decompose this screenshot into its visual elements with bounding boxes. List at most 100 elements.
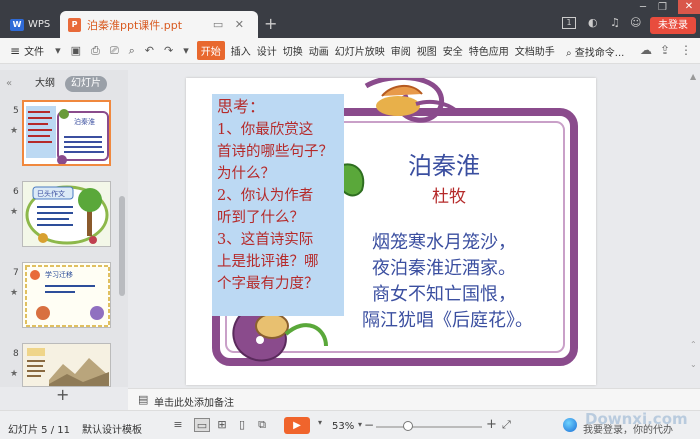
poem-title: 泊秦淮 <box>408 152 480 180</box>
tab-transition[interactable]: 切换 <box>283 43 303 58</box>
poem-line: 商女不知亡国恨， <box>372 284 516 305</box>
scroll-down-page-icon[interactable]: ⌄ <box>690 360 697 369</box>
export-pdf-icon[interactable]: ⎙ <box>91 44 100 58</box>
wps-logo-icon: W <box>10 18 24 31</box>
zoom-slider-handle[interactable] <box>402 421 413 431</box>
zoom-slider[interactable] <box>376 426 482 428</box>
thumbnail-preview: 泊秦淮 <box>24 102 109 164</box>
slide-thumbnail-6[interactable]: 巳头作文 <box>22 181 111 247</box>
notes-toggle-icon[interactable]: ≡ <box>170 418 186 432</box>
animation-star-icon: ★ <box>10 207 19 217</box>
thumbnail-number: 6 <box>13 187 19 197</box>
collapse-panel-icon[interactable]: « <box>6 78 12 89</box>
poem-line: 烟笼寒水月笼沙， <box>372 232 516 253</box>
think-line: 为什么？ <box>217 165 275 182</box>
thumbnail-title: 学习迁移 <box>45 270 73 279</box>
scroll-up-icon[interactable]: ▲ <box>690 72 696 81</box>
search-command[interactable]: ⌕ 查找命令... <box>566 44 624 59</box>
skin-icon[interactable]: ◐ <box>588 16 606 29</box>
minimize-icon[interactable]: ─ <box>640 2 646 13</box>
thumbnail-preview <box>23 344 110 386</box>
thumbnail-title: 泊秦淮 <box>74 117 95 126</box>
thumbnail-title: 巳头作文 <box>37 189 65 198</box>
dropdown-chevron-icon[interactable]: ▾ <box>55 44 61 57</box>
print-icon[interactable]: ⎚ <box>110 44 119 58</box>
reading-view-icon[interactable]: ▯ <box>234 418 250 432</box>
slide-canvas: 思考： 1、你最欣赏这 首诗的哪些句子？ 为什么？ 2、你认为作者 听到了什么？… <box>186 78 596 385</box>
current-slide[interactable]: 思考： 1、你最欣赏这 首诗的哪些句子？ 为什么？ 2、你认为作者 听到了什么？… <box>186 78 596 385</box>
document-tab[interactable]: P 泊秦淮ppt课件.ppt ▭ ✕ <box>60 11 258 38</box>
thumbnail-preview: 巳头作文 <box>23 182 110 246</box>
slideshow-settings-icon[interactable]: ⧉ <box>254 418 270 432</box>
zoom-level[interactable]: 53% <box>332 421 354 432</box>
think-line: 个字最有力度？ <box>217 275 319 292</box>
undo-icon[interactable]: ↶ <box>145 44 154 57</box>
window-count-badge[interactable]: 1 <box>562 17 576 29</box>
fit-to-window-icon[interactable]: ⤢ <box>502 418 511 432</box>
tab-animation[interactable]: 动画 <box>309 43 329 58</box>
animation-star-icon: ★ <box>10 288 19 298</box>
think-line: 听到了什么？ <box>217 209 304 226</box>
tab-design[interactable]: 设计 <box>257 43 277 58</box>
add-slide-button[interactable]: + <box>56 385 69 404</box>
design-template[interactable]: 默认设计模板 <box>82 421 142 436</box>
slide-count: 幻灯片 5 / 11 <box>8 425 70 436</box>
think-line: 2、你认为作者 <box>217 187 313 204</box>
wps-label: WPS <box>28 19 51 30</box>
search-icon: ⌕ <box>566 48 575 59</box>
tab-security[interactable]: 安全 <box>443 43 463 58</box>
redo-icon[interactable]: ↷ <box>164 44 173 57</box>
tab-slides[interactable]: 幻灯片 <box>65 76 107 92</box>
play-dropdown-icon[interactable]: ▾ <box>312 418 328 432</box>
notes-placeholder[interactable]: 单击此处添加备注 <box>154 394 234 409</box>
user-icon[interactable]: ☺ <box>630 16 649 29</box>
slide-thumbnail-7[interactable]: 学习迁移 <box>22 262 111 328</box>
tab-doc-assistant[interactable]: 文档助手 <box>515 43 555 58</box>
tab-home[interactable]: 开始 <box>196 41 225 60</box>
title-bar: W WPS P 泊秦淮ppt课件.ppt ▭ ✕ + 1 ◐ ♫ ☺ ─ ❐ ✕… <box>0 0 700 38</box>
share-icon[interactable]: ⇪ <box>660 43 680 57</box>
slide-thumbnail-8[interactable] <box>22 343 111 387</box>
tab-view[interactable]: 视图 <box>417 43 437 58</box>
login-button[interactable]: 未登录 <box>650 17 696 34</box>
tab-insert[interactable]: 插入 <box>231 43 251 58</box>
tab-slideshow[interactable]: 幻灯片放映 <box>335 43 385 58</box>
think-line: 1、你最欣赏这 <box>217 121 313 138</box>
normal-view-icon[interactable]: ▭ <box>194 418 210 432</box>
think-line: 上是批评谁？哪 <box>217 253 319 270</box>
thumbnail-number: 7 <box>13 268 19 278</box>
tab-outline[interactable]: 大纲 <box>35 76 55 92</box>
restore-icon[interactable]: ❐ <box>658 2 667 13</box>
tab-review[interactable]: 审阅 <box>391 43 411 58</box>
close-window-button[interactable]: ✕ <box>678 0 700 14</box>
more-icon[interactable]: ⋮ <box>680 43 700 57</box>
poem-line: 隔江犹唱《后庭花》。 <box>362 310 533 331</box>
file-menu[interactable]: 文件 <box>24 43 44 58</box>
think-line: 首诗的哪些句子？ <box>217 143 333 160</box>
tab-action-icons[interactable]: ▭ ✕ <box>213 18 248 31</box>
assistant-icon[interactable] <box>563 418 577 432</box>
panel-scrollbar[interactable] <box>119 196 125 296</box>
tab-features[interactable]: 特色应用 <box>469 43 509 58</box>
play-slideshow-button[interactable]: ▶ <box>284 417 310 434</box>
new-tab-button[interactable]: + <box>264 14 277 33</box>
workspace-scrollbar[interactable]: ▲ ⌃ ⌄ <box>689 70 698 387</box>
poem-author: 杜牧 <box>432 187 466 207</box>
thumbnail-preview: 学习迁移 <box>23 263 110 327</box>
menu-bar: ≡ 文件 ▾ ▣ ⎙ ⎚ ⌕ ↶ ↷ ▾ 开始 插入 设计 切换 动画 幻灯片放… <box>0 38 700 64</box>
preview-icon[interactable]: ⌕ <box>129 44 135 58</box>
notes-bar[interactable]: ▤ 单击此处添加备注 <box>128 388 700 410</box>
more-chevron-icon[interactable]: ▾ <box>183 44 189 57</box>
zoom-out-button[interactable]: − <box>364 418 374 432</box>
save-icon[interactable]: ▣ <box>71 44 81 57</box>
slide-sorter-icon[interactable]: ⊞ <box>214 418 230 432</box>
slide-thumbnail-5[interactable]: 泊秦淮 <box>22 100 111 166</box>
zoom-in-button[interactable]: + <box>486 417 497 432</box>
cloud-icon[interactable]: ☁ <box>640 43 662 57</box>
scroll-up-page-icon[interactable]: ⌃ <box>690 340 697 349</box>
bell-icon[interactable]: ♫ <box>610 16 628 29</box>
hamburger-icon[interactable]: ≡ <box>10 44 20 58</box>
animation-star-icon: ★ <box>10 369 19 379</box>
wps-home-tab[interactable]: W WPS <box>4 11 56 38</box>
search-command-label: 查找命令... <box>574 48 625 59</box>
